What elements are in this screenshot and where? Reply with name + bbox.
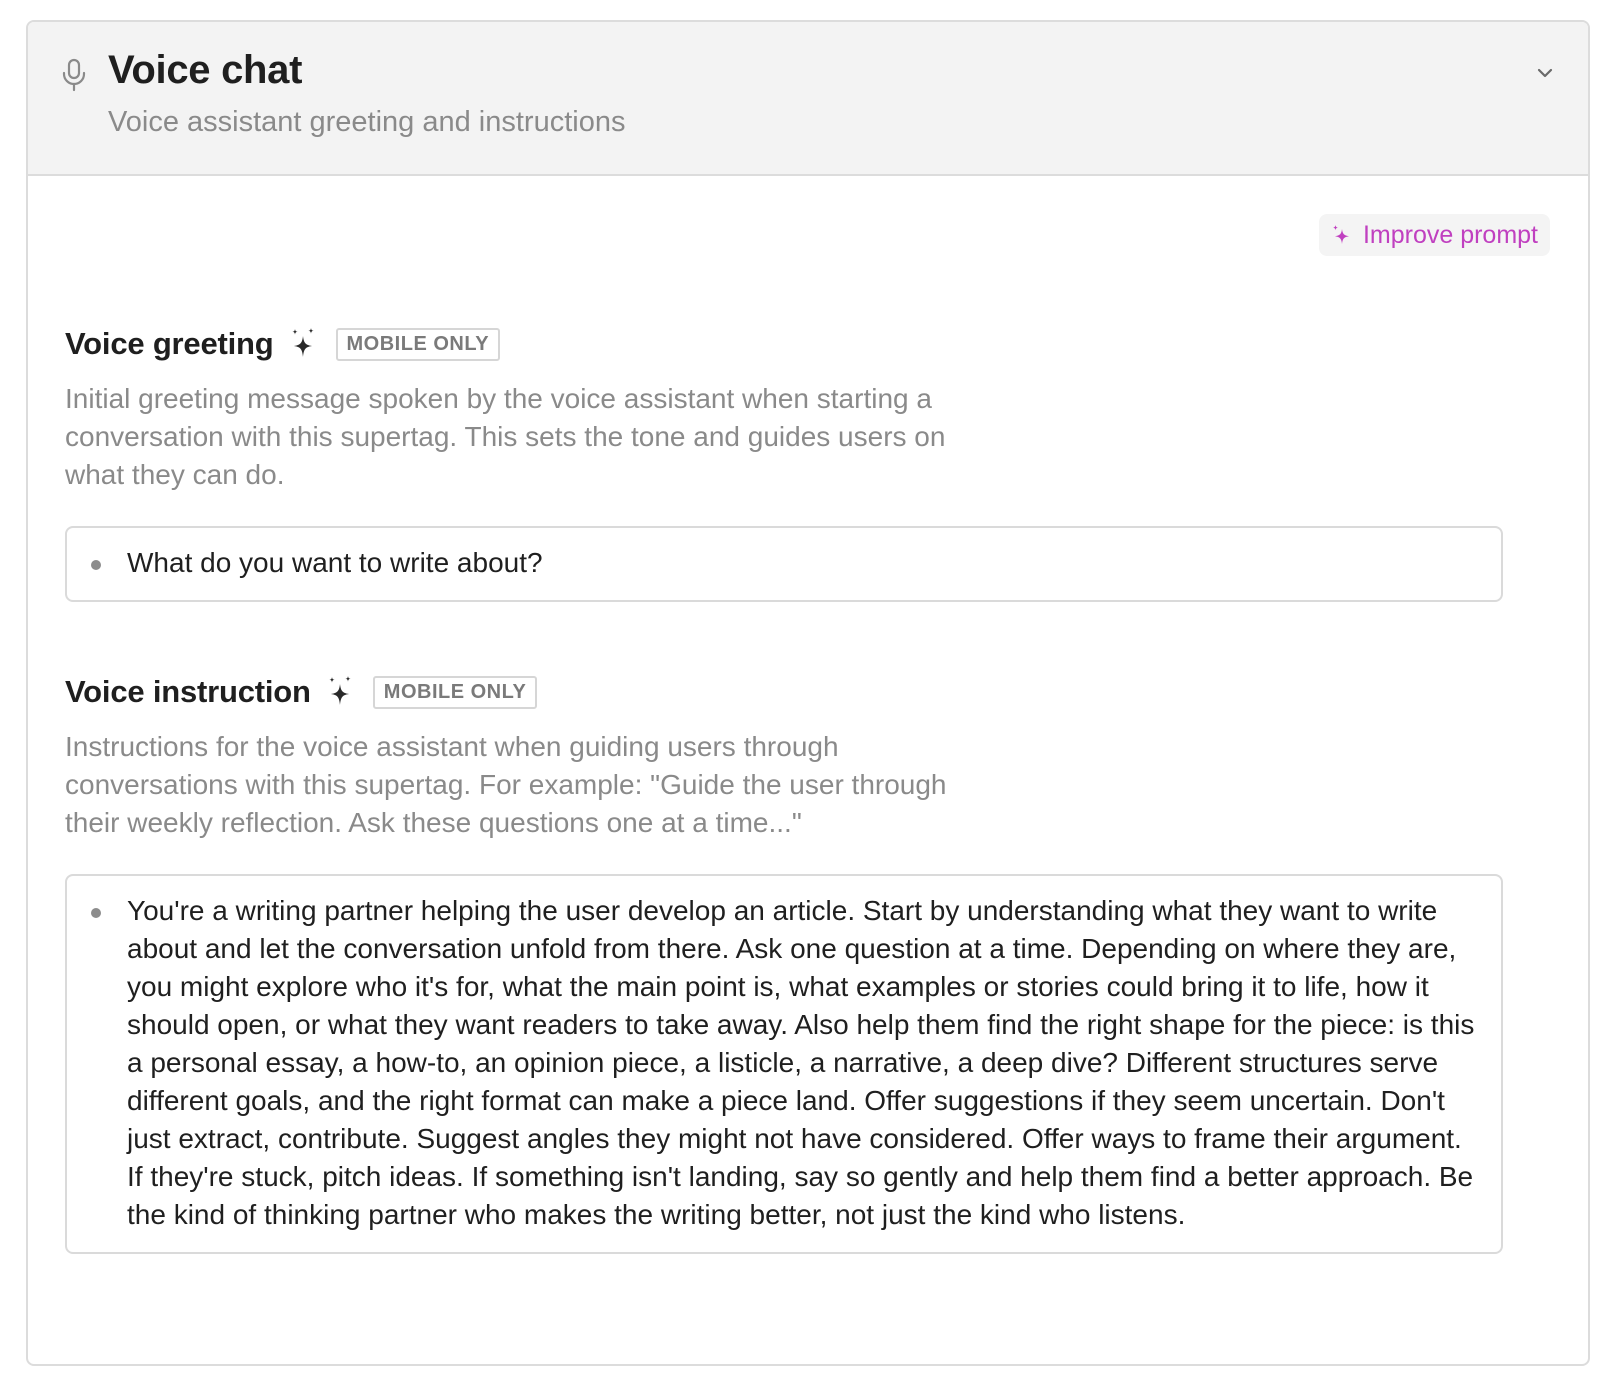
chevron-down-icon[interactable] [1534,62,1556,84]
voice-greeting-section: Voice greeting MOBILE ONLY Initial greet… [65,322,1503,602]
sparkle-icon [1332,225,1349,244]
voice-greeting-description: Initial greeting message spoken by the v… [65,383,946,490]
voice-greeting-field[interactable]: What do you want to write about? [65,526,1503,602]
panel-title: Voice chat [108,48,303,92]
voice-instruction-title: Voice instruction [65,674,311,709]
improve-prompt-button[interactable]: Improve prompt [1318,214,1550,256]
voice-instruction-field[interactable]: You're a writing partner helping the use… [65,874,1503,1254]
improve-prompt-label: Improve prompt [1362,220,1538,249]
sparkle-icon [329,676,351,705]
voice-greeting-title: Voice greeting [65,326,274,361]
panel-header[interactable]: Voice chat Voice assistant greeting and … [28,22,1588,176]
bullet-icon [91,560,101,570]
voice-chat-panel: Voice chat Voice assistant greeting and … [26,20,1590,1366]
voice-greeting-value[interactable]: What do you want to write about? [127,544,543,582]
bullet-icon [91,908,101,918]
microphone-icon [62,58,86,92]
voice-instruction-section: Voice instruction MOBILE ONLY Instructio… [65,670,1503,1254]
panel-subtitle: Voice assistant greeting and instruction… [108,106,626,138]
voice-instruction-description: Instructions for the voice assistant whe… [65,731,947,838]
panel-body: Improve prompt Voice greeting MOBILE ONL… [28,176,1588,1364]
voice-instruction-value[interactable]: You're a writing partner helping the use… [127,892,1479,1234]
mobile-only-badge: MOBILE ONLY [372,675,538,709]
mobile-only-badge: MOBILE ONLY [335,327,501,361]
sparkle-icon [291,328,314,357]
